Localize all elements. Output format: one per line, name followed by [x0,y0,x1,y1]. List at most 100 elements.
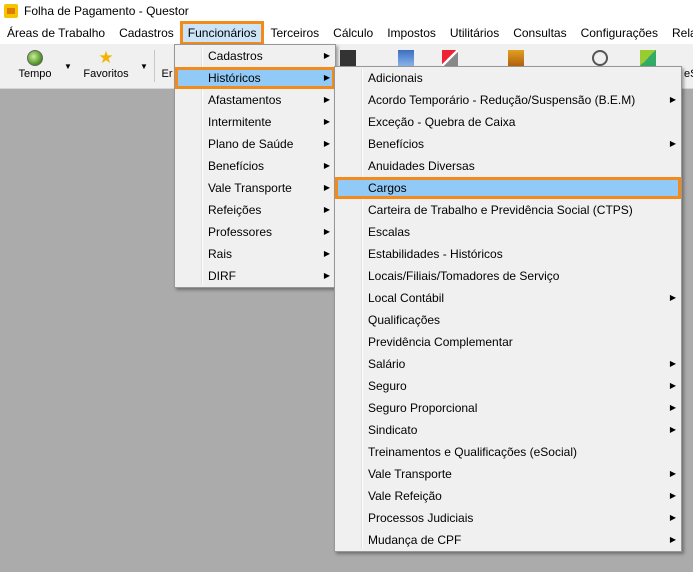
submenu-item-escalas[interactable]: Escalas [335,221,681,243]
menu-item-label: Carteira de Trabalho e Previdência Socia… [368,203,633,217]
tempo-button[interactable]: Tempo [14,48,56,80]
submenu-arrow-icon: ▶ [669,139,676,148]
menu-relatorios[interactable]: Relató [665,22,693,44]
menu-item-historicos[interactable]: Históricos ▶ [175,67,335,89]
funcionarios-menu: Cadastros ▶ Históricos ▶ Afastamentos ▶ Interm… [174,44,336,288]
menu-item-label: Adicionais [368,71,423,85]
menu-item-label: Treinamentos e Qualificações (eSocial) [368,445,577,459]
menu-item-label: Refeições [208,203,262,217]
menu-configuracoes[interactable]: Configurações [574,22,665,44]
submenu-item-seguro[interactable]: Seguro ▶ [335,375,681,397]
submenu-arrow-icon: ▶ [669,491,676,500]
menu-item-label: Vale Transporte [208,181,292,195]
submenu-item-local-contabil[interactable]: Local Contábil ▶ [335,287,681,309]
toolbar-report-icon[interactable] [398,50,414,66]
toolbar-delete-icon[interactable] [442,50,458,66]
submenu-item-qualificacoes[interactable]: Qualificações [335,309,681,331]
menu-item-cadastros[interactable]: Cadastros ▶ [175,45,335,67]
menu-areas-de-trabalho[interactable]: Áreas de Trabalho [0,22,112,44]
submenu-item-adicionais[interactable]: Adicionais [335,67,681,89]
submenu-arrow-icon: ▶ [323,51,330,60]
menu-item-label: Plano de Saúde [208,137,294,151]
menu-item-label: Mudança de CPF [368,533,462,547]
menu-item-label: Sindicato [368,423,418,437]
menu-utilitarios[interactable]: Utilitários [443,22,506,44]
submenu-item-processos-judiciais[interactable]: Processos Judiciais ▶ [335,507,681,529]
menu-item-label: Previdência Complementar [368,335,513,349]
submenu-arrow-icon: ▶ [669,293,676,302]
menu-item-label: Históricos [208,71,261,85]
submenu-item-mudanca-de-cpf[interactable]: Mudança de CPF ▶ [335,529,681,551]
submenu-arrow-icon: ▶ [669,469,676,478]
submenu-arrow-icon: ▶ [669,535,676,544]
submenu-item-previdencia-complementar[interactable]: Previdência Complementar [335,331,681,353]
menu-item-intermitente[interactable]: Intermitente ▶ [175,111,335,133]
favoritos-button[interactable]: ★ Favoritos [80,48,132,80]
toolbar-partial-label-right: eS [684,68,693,80]
menu-item-label: Acordo Temporário - Redução/Suspensão (B… [368,93,636,107]
menu-item-label: Processos Judiciais [368,511,474,525]
toolbar-doc-icon[interactable] [340,50,356,66]
menu-item-beneficios[interactable]: Benefícios ▶ [175,155,335,177]
submenu-item-vale-transporte[interactable]: Vale Transporte ▶ [335,463,681,485]
menu-item-label: Estabilidades - Históricos [368,247,503,261]
menu-item-label: Vale Refeição [368,489,442,503]
menu-item-label: Local Contábil [368,291,445,305]
submenu-item-excecao-quebra-de-caixa[interactable]: Exceção - Quebra de Caixa [335,111,681,133]
historicos-submenu: Adicionais Acordo Temporário - Redução/Su… [334,66,682,552]
submenu-item-beneficios[interactable]: Benefícios ▶ [335,133,681,155]
submenu-item-vale-refeicao[interactable]: Vale Refeição ▶ [335,485,681,507]
submenu-item-salario[interactable]: Salário ▶ [335,353,681,375]
toolbar-settings-icon[interactable] [592,50,608,66]
menu-item-plano-de-saude[interactable]: Plano de Saúde ▶ [175,133,335,155]
submenu-item-carteira-de-trabalho-e-previdencia-social-ctps[interactable]: Carteira de Trabalho e Previdência Socia… [335,199,681,221]
menu-item-label: Rais [208,247,233,261]
menu-item-dirf[interactable]: DIRF ▶ [175,265,335,287]
submenu-arrow-icon: ▶ [669,513,676,522]
submenu-arrow-icon: ▶ [669,403,676,412]
menu-item-afastamentos[interactable]: Afastamentos ▶ [175,89,335,111]
tempo-dropdown-arrow-icon[interactable]: ▼ [64,62,72,71]
submenu-item-estabilidades-historicos[interactable]: Estabilidades - Históricos [335,243,681,265]
menu-item-refeicoes[interactable]: Refeições ▶ [175,199,335,221]
submenu-item-seguro-proporcional[interactable]: Seguro Proporcional ▶ [335,397,681,419]
menu-item-professores[interactable]: Professores ▶ [175,221,335,243]
submenu-arrow-icon: ▶ [323,161,330,170]
toolbar-check-icon[interactable] [640,50,656,66]
menu-item-label: Professores [208,225,273,239]
menu-item-label: Locais/Filiais/Tomadores de Serviço [368,269,560,283]
menu-item-label: Seguro Proporcional [368,401,478,415]
submenu-arrow-icon: ▶ [323,205,330,214]
submenu-item-cargos[interactable]: Cargos [335,177,681,199]
toolbar-building-icon[interactable] [508,50,524,66]
menu-item-label: Anuidades Diversas [368,159,475,173]
favoritos-label: Favoritos [83,68,129,80]
submenu-arrow-icon: ▶ [323,117,330,126]
submenu-arrow-icon: ▶ [323,227,330,236]
menu-cadastros[interactable]: Cadastros [112,22,181,44]
menu-impostos[interactable]: Impostos [380,22,443,44]
menu-item-rais[interactable]: Rais ▶ [175,243,335,265]
menu-bar: Áreas de Trabalho Cadastros Funcionários… [0,21,693,45]
favoritos-dropdown-arrow-icon[interactable]: ▼ [140,62,148,71]
submenu-item-sindicato[interactable]: Sindicato ▶ [335,419,681,441]
submenu-arrow-icon: ▶ [323,271,330,280]
menu-consultas[interactable]: Consultas [506,22,573,44]
menu-item-label: Benefícios [368,137,425,151]
submenu-item-treinamentos-e-qualificacoes-esocial[interactable]: Treinamentos e Qualificações (eSocial) [335,441,681,463]
submenu-item-locais-filiais-tomadores-de-servico[interactable]: Locais/Filiais/Tomadores de Serviço [335,265,681,287]
menu-terceiros[interactable]: Terceiros [263,22,326,44]
menu-funcionarios[interactable]: Funcionários [179,21,265,45]
window-title: Folha de Pagamento - Questor [24,4,189,18]
menu-item-vale-transporte[interactable]: Vale Transporte ▶ [175,177,335,199]
submenu-item-anuidades-diversas[interactable]: Anuidades Diversas [335,155,681,177]
menu-item-label: Cargos [368,181,407,195]
toolbar-divider [154,50,155,82]
submenu-arrow-icon: ▶ [669,381,676,390]
menu-item-label: Cadastros [208,49,263,63]
menu-calculo[interactable]: Cálculo [326,22,380,44]
menu-item-label: Seguro [368,379,407,393]
app-icon [4,4,18,18]
submenu-arrow-icon: ▶ [323,73,330,82]
submenu-item-acordo-temporario-reducao-suspensao-b-e-m[interactable]: Acordo Temporário - Redução/Suspensão (B… [335,89,681,111]
